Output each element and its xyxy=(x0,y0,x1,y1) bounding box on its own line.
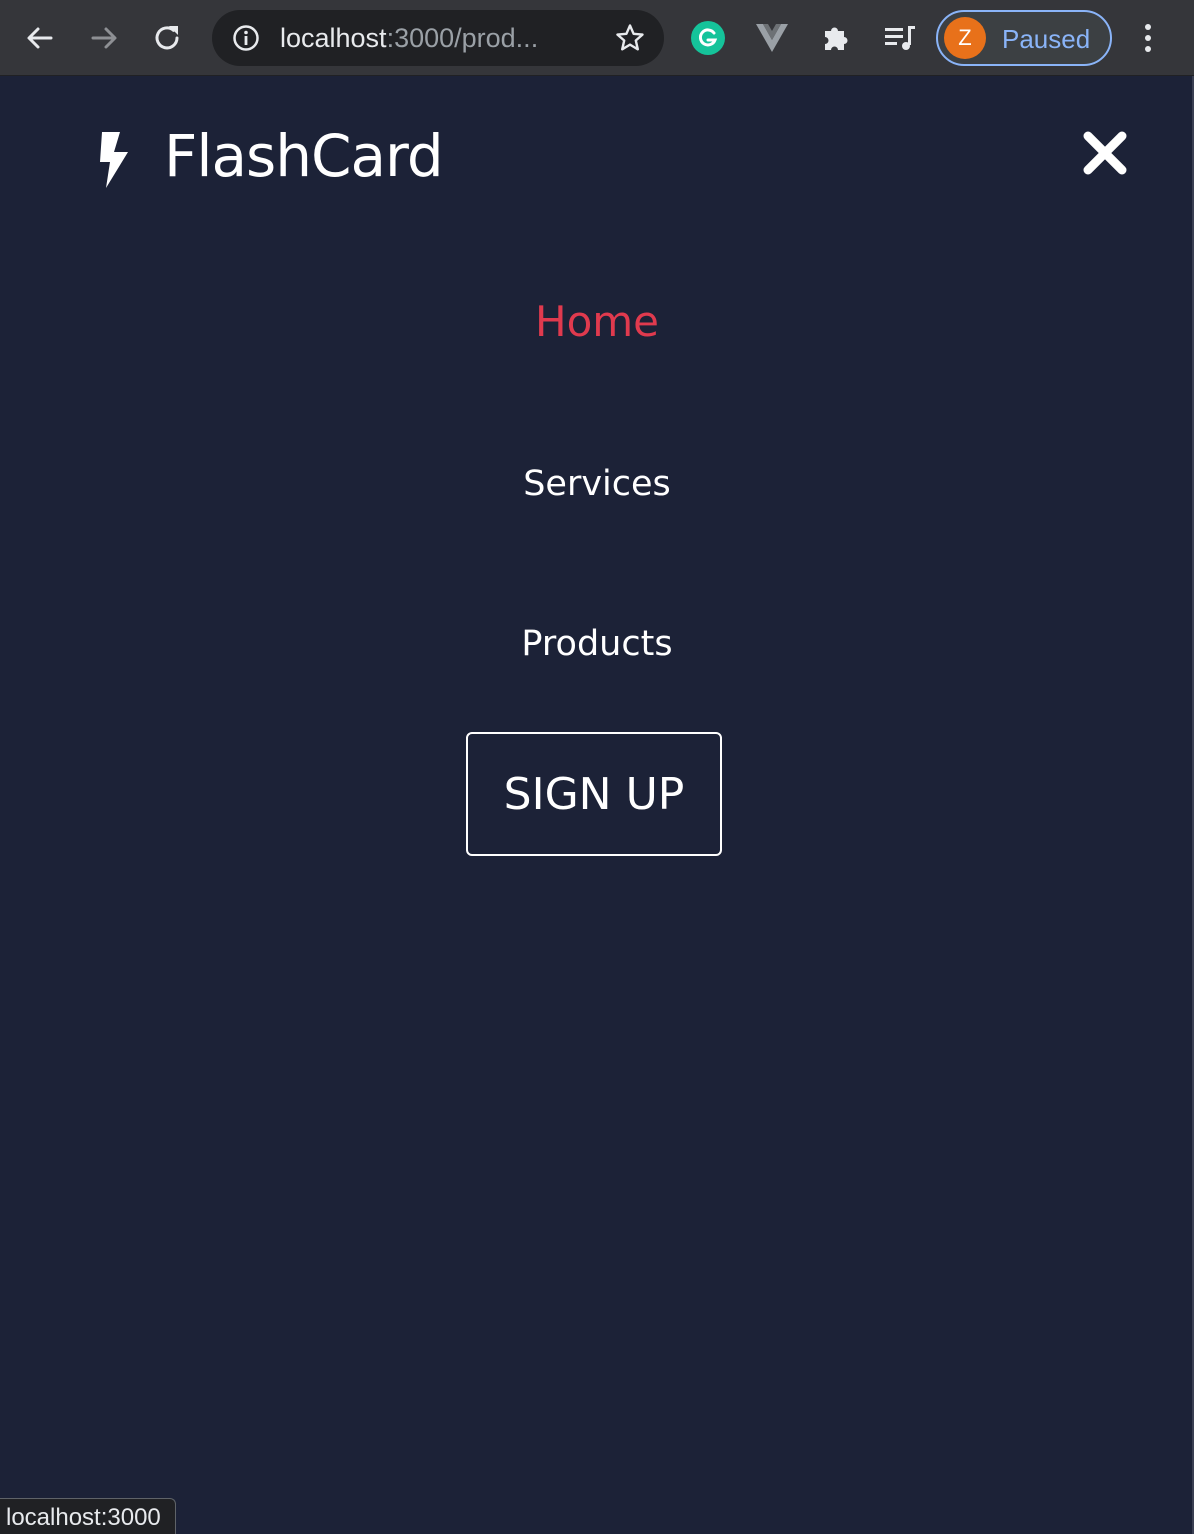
url-text[interactable]: localhost:3000/prod... xyxy=(280,22,538,54)
extensions-button[interactable] xyxy=(817,19,855,57)
back-arrow-icon xyxy=(27,27,53,49)
lightning-bolt-icon[interactable] xyxy=(96,132,136,188)
forward-arrow-icon xyxy=(91,27,117,49)
back-button[interactable] xyxy=(16,14,64,62)
nav-item-services: Services xyxy=(0,462,1194,506)
reload-button[interactable] xyxy=(144,14,192,62)
url-host: localhost xyxy=(280,23,387,53)
nav-item-home: Home xyxy=(0,296,1194,348)
nav-item-products: Products xyxy=(0,622,1194,666)
avatar: Z xyxy=(944,17,986,59)
sign-up-button[interactable]: SIGN UP xyxy=(466,732,722,856)
nav-link-home[interactable]: Home xyxy=(535,297,659,346)
vue-devtools-extension[interactable] xyxy=(753,19,791,57)
bookmark-star-icon[interactable] xyxy=(614,22,646,54)
url-path: :3000/prod... xyxy=(386,23,539,53)
vue-devtools-icon xyxy=(756,24,788,52)
profile-button[interactable]: Z Paused xyxy=(936,10,1112,66)
browser-toolbar: localhost:3000/prod... Z Paused xyxy=(0,0,1194,76)
address-bar[interactable]: localhost:3000/prod... xyxy=(212,10,664,66)
grammarly-icon xyxy=(691,21,725,55)
nav-link-services[interactable]: Services xyxy=(523,464,671,504)
brand-logo[interactable]: FlashCard xyxy=(164,120,444,192)
more-menu-icon[interactable] xyxy=(1130,18,1166,58)
page-content: FlashCard Home Services Products SIGN UP xyxy=(0,76,1194,1534)
profile-status: Paused xyxy=(1002,24,1091,54)
close-menu-icon[interactable] xyxy=(1080,128,1130,178)
extensions-puzzle-icon xyxy=(825,27,848,50)
media-control-button[interactable] xyxy=(881,19,919,57)
link-status-bar: localhost:3000 xyxy=(0,1498,176,1534)
site-info-icon[interactable] xyxy=(232,24,260,52)
reload-icon xyxy=(155,26,179,50)
media-queue-icon xyxy=(885,26,915,50)
nav-link-products[interactable]: Products xyxy=(521,624,672,664)
forward-button[interactable] xyxy=(80,14,128,62)
grammarly-extension[interactable] xyxy=(689,19,727,57)
